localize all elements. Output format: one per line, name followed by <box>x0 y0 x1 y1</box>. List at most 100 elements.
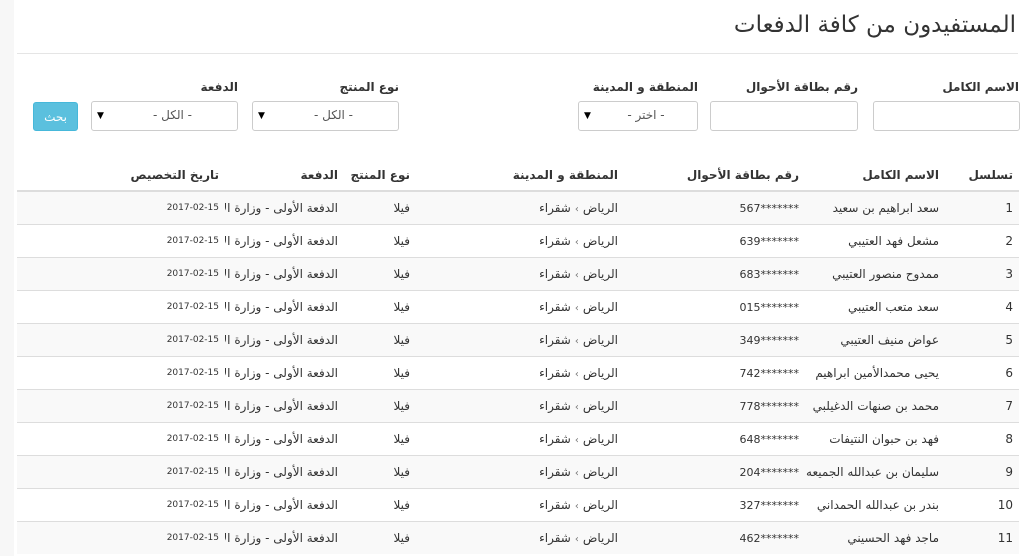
page-title: المستفيدون من كافة الدفعات <box>733 12 1016 38</box>
cell-city: شقراء <box>539 267 571 281</box>
cell-full-name: محمد بن صنهات الدغيلبي <box>805 389 945 423</box>
cell-batch: الدفعة الأولى - وزارة الإسكان <box>225 257 344 291</box>
chevron-left-icon: › <box>574 303 579 314</box>
full-name-input[interactable] <box>873 101 1020 131</box>
table-row[interactable]: 6 يحيى محمدالأمين ابراهيم 742******* الرياض… <box>17 356 1019 390</box>
cell-region-city: الرياض›شقراء <box>416 323 624 357</box>
cell-product: فيلا <box>344 224 416 258</box>
chevron-left-icon: › <box>574 336 579 347</box>
cell-serial: 6 <box>945 356 1019 390</box>
cell-city: شقراء <box>539 366 571 380</box>
batch-select-value: - الكل - <box>153 108 192 122</box>
chevron-left-icon: › <box>574 402 579 413</box>
cell-serial: 11 <box>945 521 1019 554</box>
product-label: نوع المنتج <box>339 80 399 94</box>
cell-region-city: الرياض›شقراء <box>416 422 624 456</box>
search-button[interactable]: بحث <box>33 102 78 131</box>
table-row[interactable]: 7 محمد بن صنهات الدغيلبي 778******* الرياض›… <box>17 389 1019 423</box>
cell-full-name: ممدوح منصور العتيبي <box>805 257 945 291</box>
cell-region-city: الرياض›شقراء <box>416 488 624 522</box>
table-row[interactable]: 4 سعد متعب العتيبي 015******* الرياض›شقراء ف… <box>17 290 1019 324</box>
chevron-left-icon: › <box>574 237 579 248</box>
cell-date: 2017-02-15 <box>17 257 225 291</box>
cell-region: الرياض <box>582 465 618 479</box>
cell-full-name: سعد ابراهيم بن سعيد <box>805 190 945 225</box>
cell-date: 2017-02-15 <box>17 488 225 522</box>
cell-city: شقراء <box>539 498 571 512</box>
cell-id-card: 683******* <box>624 257 805 291</box>
cell-serial: 2 <box>945 224 1019 258</box>
cell-date: 2017-02-15 <box>17 521 225 554</box>
region-select-value: - اختر - <box>627 108 665 122</box>
table-row[interactable]: 3 ممدوح منصور العتيبي 683******* الرياض›شقر… <box>17 257 1019 291</box>
cell-product: فيلا <box>344 323 416 357</box>
cell-batch: الدفعة الأولى - وزارة الإسكان <box>225 356 344 390</box>
header-batch[interactable]: الدفعة <box>225 160 344 192</box>
cell-region: الرياض <box>582 531 618 545</box>
cell-region-city: الرياض›شقراء <box>416 356 624 390</box>
header-serial[interactable]: تسلسل <box>945 160 1019 192</box>
cell-batch: الدفعة الأولى - وزارة الإسكان <box>225 323 344 357</box>
table-row[interactable]: 5 عواض منيف العتيبي 349******* الرياض›شقراء… <box>17 323 1019 357</box>
cell-product: فيلا <box>344 521 416 554</box>
id-card-input[interactable] <box>710 101 858 131</box>
chevron-left-icon: › <box>574 468 579 479</box>
table-row[interactable]: 2 مشعل فهد العتيبي 639******* الرياض›شقراء ف… <box>17 224 1019 258</box>
cell-serial: 8 <box>945 422 1019 456</box>
product-select[interactable]: - الكل - ▼ <box>252 101 399 131</box>
header-region[interactable]: المنطقة و المدينة <box>416 160 624 192</box>
chevron-left-icon: › <box>574 534 579 545</box>
cell-region: الرياض <box>582 366 618 380</box>
region-select[interactable]: - اختر - ▼ <box>578 101 698 131</box>
table-row[interactable]: 11 ماجد فهد الحسيني 462******* الرياض›شقراء… <box>17 521 1019 554</box>
cell-date: 2017-02-15 <box>17 455 225 489</box>
table-row[interactable]: 8 فهد بن حبوان النتيفات 648******* الرياض›ش… <box>17 422 1019 456</box>
cell-serial: 1 <box>945 190 1019 225</box>
cell-region: الرياض <box>582 267 618 281</box>
cell-date: 2017-02-15 <box>17 356 225 390</box>
cell-full-name: سليمان بن عبدالله الجميعه <box>805 455 945 489</box>
cell-region: الرياض <box>582 300 618 314</box>
cell-id-card: 567******* <box>624 190 805 225</box>
chevron-left-icon: › <box>574 369 579 380</box>
cell-city: شقراء <box>539 432 571 446</box>
table-row[interactable]: 9 سليمان بن عبدالله الجميعه 204******* الري… <box>17 455 1019 489</box>
cell-id-card: 349******* <box>624 323 805 357</box>
cell-batch: الدفعة الأولى - وزارة الإسكان <box>225 521 344 554</box>
cell-full-name: ماجد فهد الحسيني <box>805 521 945 554</box>
header-product[interactable]: نوع المنتج <box>344 160 416 192</box>
table-row[interactable]: 1 سعد ابراهيم بن سعيد 567******* الرياض›شقر… <box>17 190 1019 225</box>
cell-product: فيلا <box>344 356 416 390</box>
cell-serial: 3 <box>945 257 1019 291</box>
header-date[interactable]: تاريخ التخصيص <box>17 160 225 192</box>
cell-product: فيلا <box>344 455 416 489</box>
cell-full-name: مشعل فهد العتيبي <box>805 224 945 258</box>
cell-id-card: 778******* <box>624 389 805 423</box>
title-divider <box>17 53 1018 54</box>
cell-date: 2017-02-15 <box>17 290 225 324</box>
cell-city: شقراء <box>539 234 571 248</box>
cell-region: الرياض <box>582 201 618 215</box>
caret-down-icon: ▼ <box>97 111 104 121</box>
cell-city: شقراء <box>539 300 571 314</box>
cell-product: فيلا <box>344 290 416 324</box>
cell-region: الرياض <box>582 234 618 248</box>
table-header-row: تسلسل الاسم الكامل رقم بطاقة الأحوال الم… <box>17 160 1019 192</box>
chevron-left-icon: › <box>574 501 579 512</box>
cell-batch: الدفعة الأولى - وزارة الإسكان <box>225 422 344 456</box>
chevron-left-icon: › <box>574 270 579 281</box>
cell-product: فيلا <box>344 190 416 225</box>
table-row[interactable]: 10 بندر بن عبدالله الحمداني 327******* الري… <box>17 488 1019 522</box>
cell-product: فيلا <box>344 389 416 423</box>
cell-city: شقراء <box>539 333 571 347</box>
cell-full-name: فهد بن حبوان النتيفات <box>805 422 945 456</box>
cell-full-name: عواض منيف العتيبي <box>805 323 945 357</box>
cell-region: الرياض <box>582 432 618 446</box>
batch-select[interactable]: - الكل - ▼ <box>91 101 238 131</box>
header-full-name[interactable]: الاسم الكامل <box>805 160 945 192</box>
cell-city: شقراء <box>539 201 571 215</box>
cell-product: فيلا <box>344 422 416 456</box>
cell-date: 2017-02-15 <box>17 224 225 258</box>
cell-region: الرياض <box>582 399 618 413</box>
header-id-card[interactable]: رقم بطاقة الأحوال <box>624 160 805 192</box>
